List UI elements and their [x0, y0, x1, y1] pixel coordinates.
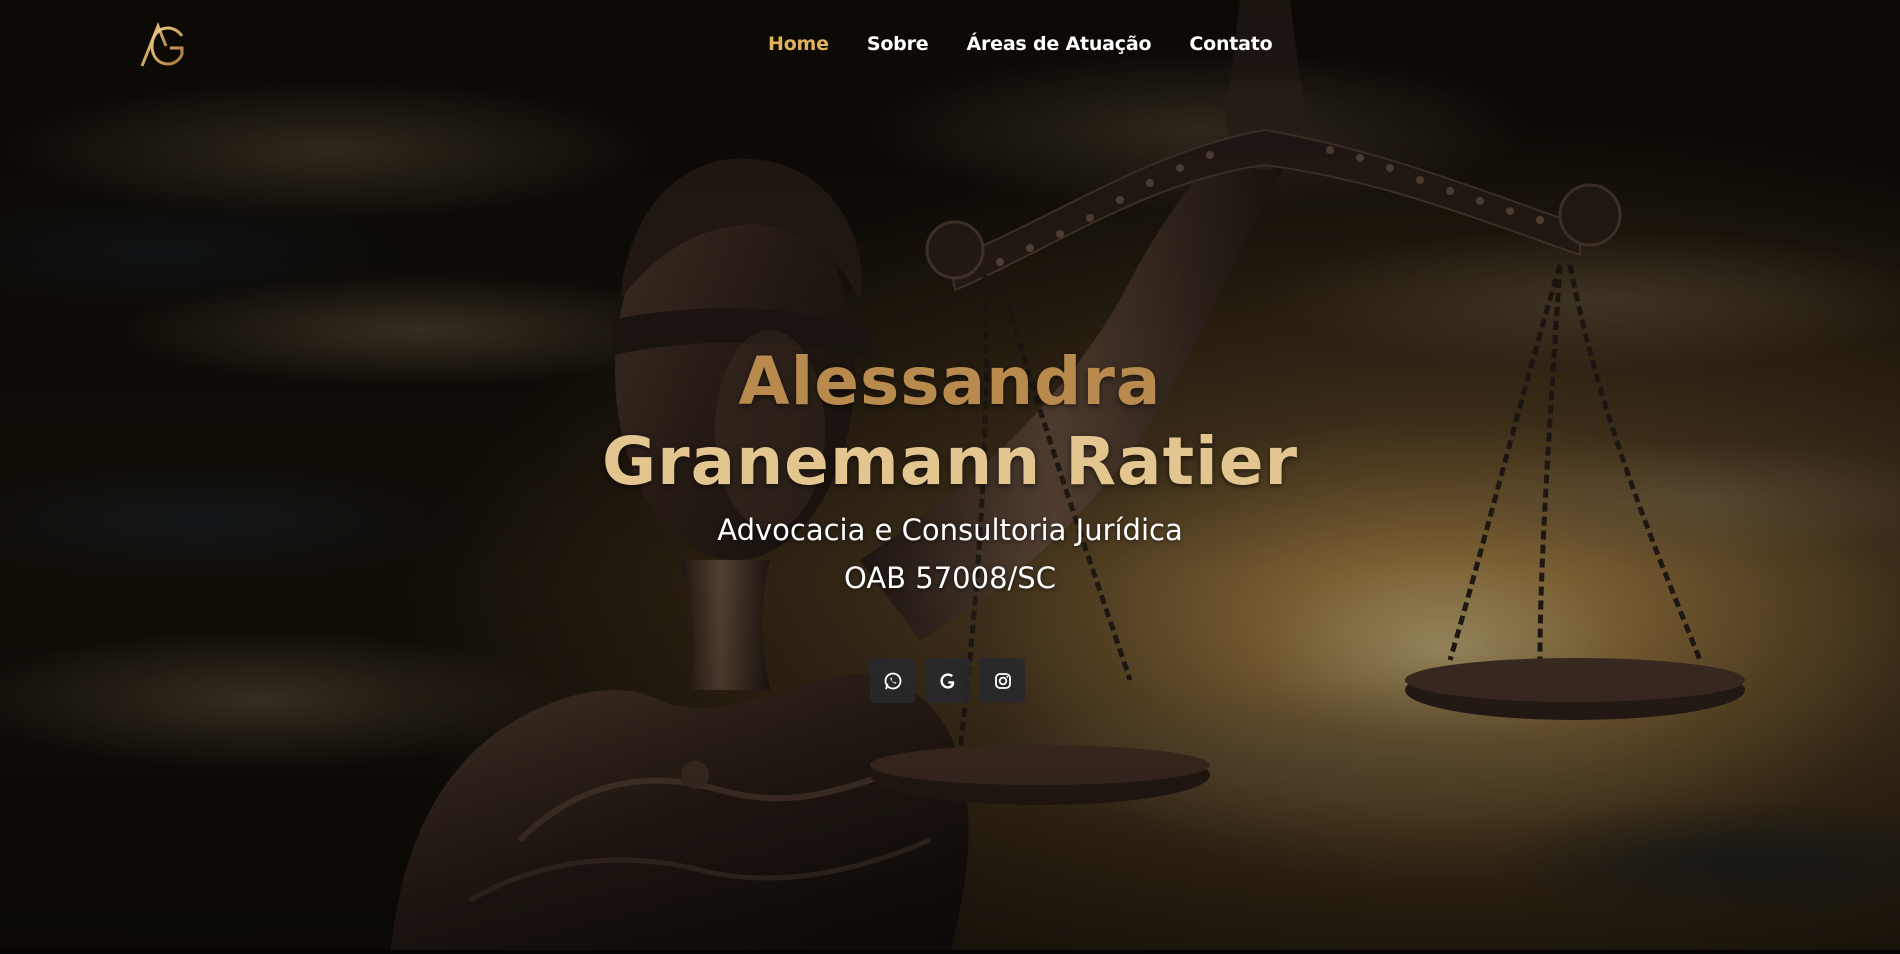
google-icon: [938, 671, 958, 691]
hero-title-last-name: Granemann Ratier: [601, 423, 1299, 500]
instagram-button[interactable]: [980, 658, 1025, 703]
whatsapp-button[interactable]: [870, 658, 915, 703]
nav-link-home[interactable]: Home: [768, 33, 829, 55]
social-links: [870, 658, 1025, 703]
nav-link-sobre[interactable]: Sobre: [867, 33, 929, 55]
page-bottom-edge: [0, 950, 1900, 954]
hero-title-first-name: Alessandra: [738, 343, 1162, 420]
google-button[interactable]: [925, 658, 970, 703]
hero-section: Home Sobre Áreas de Atuação Contato Ales…: [0, 0, 1900, 954]
main-navigation: Home Sobre Áreas de Atuação Contato: [0, 28, 1900, 60]
hero-subtitle: Advocacia e Consultoria Jurídica: [717, 513, 1183, 547]
whatsapp-icon: [883, 671, 903, 691]
nav-link-contato[interactable]: Contato: [1189, 33, 1272, 55]
nav-link-areas-de-atuacao[interactable]: Áreas de Atuação: [966, 33, 1151, 55]
hero-oab-registration: OAB 57008/SC: [844, 561, 1056, 595]
instagram-icon: [993, 671, 1013, 691]
